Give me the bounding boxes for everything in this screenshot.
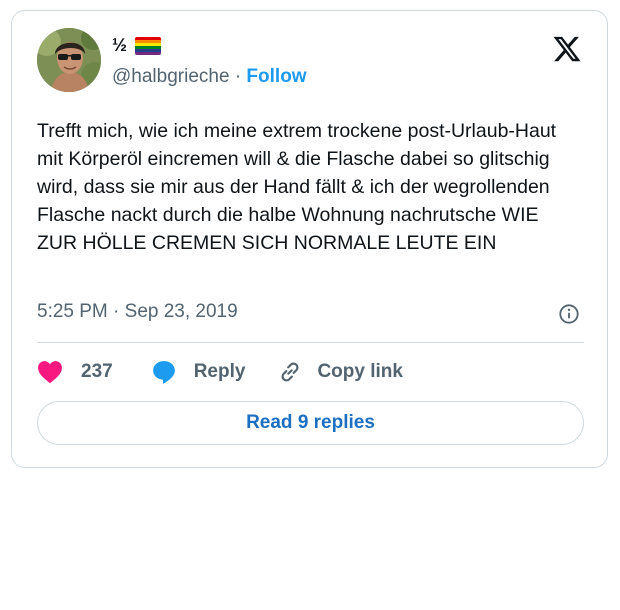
author-name-row: ½ [112,35,162,56]
tweet-timestamp[interactable]: 5:25 PM · Sep 23, 2019 [37,301,238,323]
heart-icon [38,361,62,384]
like-button[interactable]: 237 [37,360,113,384]
x-logo-icon[interactable] [552,34,582,64]
reply-label: Reply [193,361,246,382]
avatar[interactable] [37,28,101,92]
like-count: 237 [81,361,113,382]
copy-link-button[interactable]: Copy link [277,359,403,385]
read-replies-button[interactable]: Read 9 replies [37,401,584,445]
info-icon[interactable] [558,303,580,325]
tweet-text: Trefft mich, wie ich meine extrem trocke… [37,120,557,254]
copy-link-label: Copy link [317,361,403,382]
separator-dot: · [234,66,242,87]
action-bar: 237 Reply Copy link [37,357,403,387]
rainbow-flag-icon [135,36,162,55]
reply-button[interactable]: Reply [151,359,246,385]
tweet-card: ½ @halbgrieche · Follow Trefft mich, wie… [11,10,608,468]
author-handle[interactable]: @halbgrieche [112,66,230,87]
divider [37,342,584,343]
reply-bubble-icon [152,361,175,384]
follow-link[interactable]: Follow [246,66,306,87]
handle-row: @halbgrieche · Follow [112,66,307,88]
display-name[interactable]: ½ [112,35,127,56]
flag-stripe [135,51,162,55]
link-icon [281,362,299,382]
